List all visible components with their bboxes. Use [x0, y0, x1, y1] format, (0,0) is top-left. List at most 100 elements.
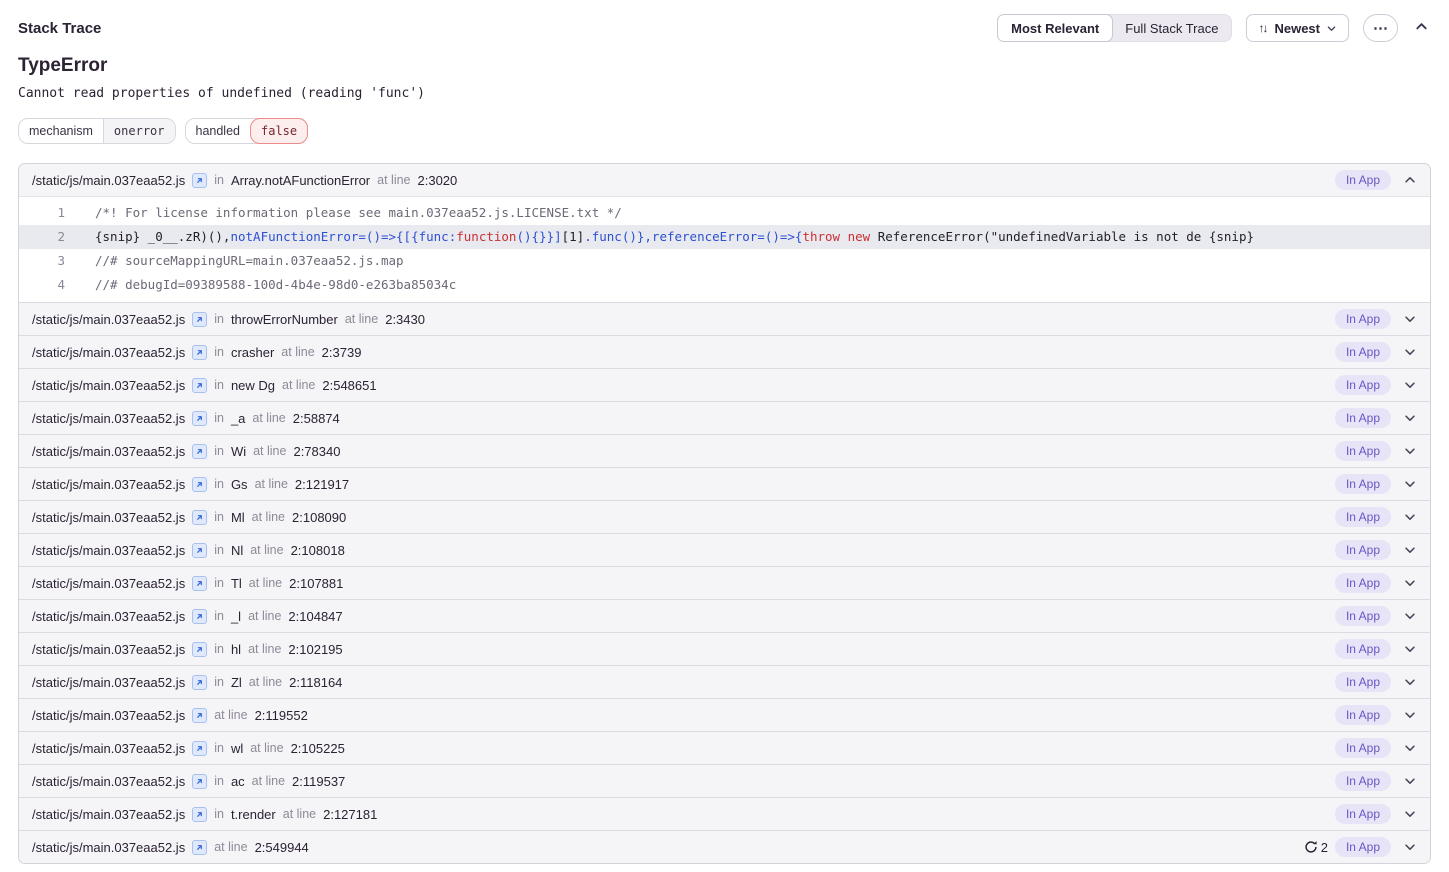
frame-function: new Dg [231, 378, 275, 393]
code-line: 3 //# sourceMappingURL=main.037eaa52.js.… [19, 249, 1430, 273]
frame-in-label: in [214, 345, 224, 359]
frame-header[interactable]: /static/js/main.037eaa52.js in new Dg at… [19, 369, 1430, 401]
in-app-badge: In App [1335, 170, 1391, 190]
stack-frame: /static/js/main.037eaa52.js in _a at lin… [19, 401, 1430, 434]
external-link-icon[interactable] [192, 444, 207, 459]
frame-chevron-icon[interactable] [1403, 576, 1417, 590]
in-app-badge: In App [1335, 837, 1391, 857]
frame-path: /static/js/main.037eaa52.js [32, 477, 185, 492]
frame-header[interactable]: /static/js/main.037eaa52.js in Gs at lin… [19, 468, 1430, 500]
code-line-number: 3 [19, 249, 65, 273]
frame-function: Tl [231, 576, 242, 591]
frame-header[interactable]: /static/js/main.037eaa52.js in t.render … [19, 798, 1430, 830]
tag-pill[interactable]: handled false [185, 118, 309, 144]
frame-chevron-icon[interactable] [1403, 642, 1417, 656]
stack-frame: /static/js/main.037eaa52.js in _l at lin… [19, 599, 1430, 632]
frame-line-number: 2:121917 [295, 477, 349, 492]
external-link-icon[interactable] [192, 378, 207, 393]
external-link-icon[interactable] [192, 642, 207, 657]
external-link-icon[interactable] [192, 477, 207, 492]
frame-header[interactable]: /static/js/main.037eaa52.js in _a at lin… [19, 402, 1430, 434]
frame-path: /static/js/main.037eaa52.js [32, 411, 185, 426]
frame-chevron-icon[interactable] [1403, 774, 1417, 788]
frame-function: Zl [231, 675, 242, 690]
frame-in-label: in [214, 609, 224, 623]
code-line: 1 /*! For license information please see… [19, 201, 1430, 225]
more-options-button[interactable]: ⋯ [1363, 14, 1398, 42]
external-link-icon[interactable] [192, 609, 207, 624]
frame-header[interactable]: /static/js/main.037eaa52.js in crasher a… [19, 336, 1430, 368]
sort-newest-button[interactable]: ↑↓ Newest [1246, 14, 1349, 42]
frame-function: throwErrorNumber [231, 312, 338, 327]
frame-chevron-icon[interactable] [1403, 510, 1417, 524]
frame-chevron-icon[interactable] [1403, 345, 1417, 359]
stack-frame: /static/js/main.037eaa52.js in Ml at lin… [19, 500, 1430, 533]
external-link-icon[interactable] [192, 774, 207, 789]
external-link-icon[interactable] [192, 411, 207, 426]
external-link-icon[interactable] [192, 312, 207, 327]
frame-chevron-icon[interactable] [1403, 840, 1417, 854]
frame-chevron-icon[interactable] [1403, 477, 1417, 491]
tag-pill[interactable]: mechanism onerror [18, 118, 176, 144]
in-app-badge: In App [1335, 639, 1391, 659]
frame-header[interactable]: /static/js/main.037eaa52.js in Zl at lin… [19, 666, 1430, 698]
external-link-icon[interactable] [192, 807, 207, 822]
frame-chevron-icon[interactable] [1403, 378, 1417, 392]
frame-header[interactable]: /static/js/main.037eaa52.js in Nl at lin… [19, 534, 1430, 566]
external-link-icon[interactable] [192, 173, 207, 188]
toggle-full-stack-trace[interactable]: Full Stack Trace [1112, 15, 1231, 41]
tag-key: handled [186, 119, 251, 143]
external-link-icon[interactable] [192, 345, 207, 360]
stack-frame: /static/js/main.037eaa52.js in Zl at lin… [19, 665, 1430, 698]
external-link-icon[interactable] [192, 708, 207, 723]
code-line-number: 4 [19, 273, 65, 297]
frame-header[interactable]: /static/js/main.037eaa52.js in Array.not… [19, 164, 1430, 196]
frame-chevron-icon[interactable] [1403, 543, 1417, 557]
tag-list: mechanism onerror handled false [18, 118, 1431, 144]
frame-chevron-icon[interactable] [1403, 609, 1417, 623]
frame-header[interactable]: /static/js/main.037eaa52.js in hl at lin… [19, 633, 1430, 665]
frame-header[interactable]: /static/js/main.037eaa52.js in ac at lin… [19, 765, 1430, 797]
stack-frame: /static/js/main.037eaa52.js in Array.not… [19, 164, 1430, 302]
frame-chevron-icon[interactable] [1403, 708, 1417, 722]
chevron-up-icon [1414, 19, 1429, 37]
frame-chevron-icon[interactable] [1403, 411, 1417, 425]
frame-line-number: 2:118164 [289, 675, 342, 690]
frame-chevron-icon[interactable] [1403, 173, 1417, 187]
frame-header[interactable]: /static/js/main.037eaa52.js in Wi at lin… [19, 435, 1430, 467]
external-link-icon[interactable] [192, 543, 207, 558]
stack-frame: /static/js/main.037eaa52.js in Gs at lin… [19, 467, 1430, 500]
external-link-icon[interactable] [192, 741, 207, 756]
frame-header[interactable]: /static/js/main.037eaa52.js in throwErro… [19, 303, 1430, 335]
frame-header[interactable]: /static/js/main.037eaa52.js in Tl at lin… [19, 567, 1430, 599]
frame-chevron-icon[interactable] [1403, 741, 1417, 755]
frame-atline-label: at line [345, 312, 378, 326]
page-title: Stack Trace [18, 20, 101, 37]
external-link-icon[interactable] [192, 840, 207, 855]
collapse-section-button[interactable] [1412, 17, 1431, 39]
frame-path: /static/js/main.037eaa52.js [32, 840, 185, 855]
frame-path: /static/js/main.037eaa52.js [32, 345, 185, 360]
frame-line-number: 2:108090 [292, 510, 346, 525]
frame-line-number: 2:58874 [293, 411, 340, 426]
frame-header[interactable]: /static/js/main.037eaa52.js at line 2:11… [19, 699, 1430, 731]
frame-chevron-icon[interactable] [1403, 312, 1417, 326]
frame-function: wl [231, 741, 243, 756]
stack-frame: /static/js/main.037eaa52.js in crasher a… [19, 335, 1430, 368]
external-link-icon[interactable] [192, 675, 207, 690]
frame-header[interactable]: /static/js/main.037eaa52.js in wl at lin… [19, 732, 1430, 764]
toggle-most-relevant[interactable]: Most Relevant [997, 14, 1113, 42]
external-link-icon[interactable] [192, 576, 207, 591]
sort-arrows-icon: ↑↓ [1258, 21, 1266, 35]
frame-header[interactable]: /static/js/main.037eaa52.js at line 2:54… [19, 831, 1430, 863]
frame-chevron-icon[interactable] [1403, 444, 1417, 458]
frame-in-label: in [214, 741, 224, 755]
frame-function: crasher [231, 345, 274, 360]
in-app-badge: In App [1335, 672, 1391, 692]
frame-chevron-icon[interactable] [1403, 807, 1417, 821]
frame-header[interactable]: /static/js/main.037eaa52.js in _l at lin… [19, 600, 1430, 632]
frame-chevron-icon[interactable] [1403, 675, 1417, 689]
external-link-icon[interactable] [192, 510, 207, 525]
frame-atline-label: at line [248, 609, 281, 623]
frame-header[interactable]: /static/js/main.037eaa52.js in Ml at lin… [19, 501, 1430, 533]
